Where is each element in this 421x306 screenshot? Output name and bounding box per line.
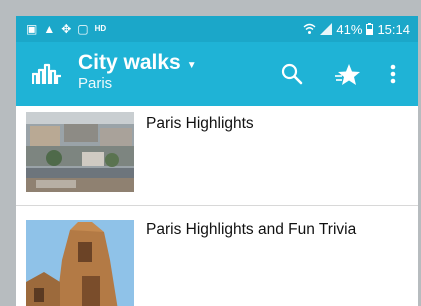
battery-percent: 41% [336,21,363,37]
usb-icon: ✥ [61,22,72,36]
phone-screen: ▣ ▲ ✥ ▢ HD 41% 15:14 City walks ▼ Paris … [16,16,418,306]
app-subtitle: Paris [78,75,113,92]
clock: 15:14 [377,21,410,37]
tour-title: Paris Highlights [146,115,254,132]
status-icons-right: 41% 15:14 [303,22,410,37]
signal-icon [320,23,333,35]
app-bar: City walks ▼ Paris [16,42,418,106]
image-icon: ▢ [77,22,89,36]
favorites-star-icon[interactable] [334,62,362,86]
overflow-menu-icon[interactable] [389,62,397,86]
search-icon[interactable] [280,62,304,86]
status-icons-left: ▣ ▲ ✥ ▢ HD [26,23,106,35]
city-selector[interactable]: City walks ▼ Paris [78,51,197,93]
tour-title: Paris Highlights and Fun Trivia [146,221,357,238]
notification-icon: ▣ [26,22,38,36]
dropdown-arrow-icon: ▼ [186,60,197,71]
tour-thumbnail [26,220,134,306]
hd-icon: HD [94,24,107,33]
status-bar: ▣ ▲ ✥ ▢ HD 41% 15:14 [16,16,418,42]
tour-thumbnail [26,112,134,192]
wifi-icon [303,23,316,34]
tour-card[interactable]: Paris Highlights and Fun Trivia [16,205,418,306]
warning-icon: ▲ [43,22,56,36]
city-walks-logo-icon[interactable] [32,62,62,86]
tour-card[interactable]: Paris Highlights [16,106,418,204]
app-title: City walks [78,51,181,74]
battery-icon [366,23,374,35]
